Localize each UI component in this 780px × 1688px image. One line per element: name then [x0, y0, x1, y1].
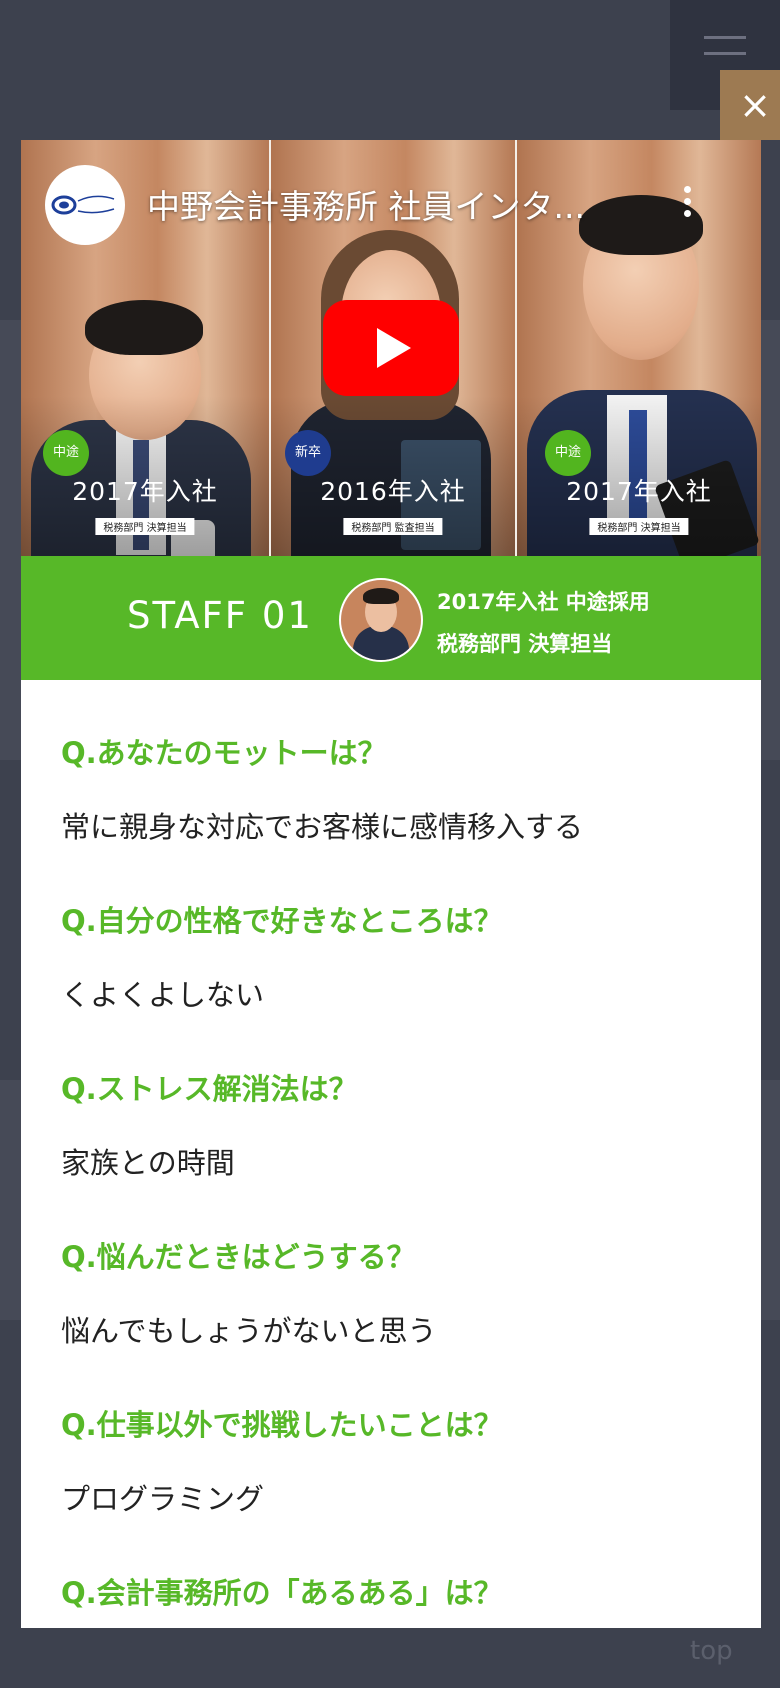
question: Q.自分の性格で好きなところは？ — [61, 904, 503, 938]
hire-type-badge: 新卒 — [285, 430, 331, 476]
staff-header: STAFF 01 2017年入社 中途採用 税務部門 決算担当 — [21, 556, 761, 680]
channel-logo-icon — [51, 195, 115, 215]
question: Q.会計事務所の「あるある」は？ — [61, 1576, 503, 1610]
department-label: 税務部門 決算担当 — [589, 518, 689, 535]
qa-item: Q.悩んだときはどうする？ 悩んでもしょうがないと思う — [61, 1234, 741, 1350]
qa-item: Q.自分の性格で好きなところは？ くよくよしない — [61, 898, 741, 1014]
answer: プログラミング — [61, 1482, 265, 1516]
menu-line-icon — [704, 36, 746, 39]
video-player[interactable]: 中途 2017年入社 税務部門 決算担当 新卒 2016年入社 税務部門 監査担… — [21, 140, 761, 556]
hire-year-label: 2017年入社 — [566, 477, 712, 506]
question: Q.仕事以外で挑戦したいことは？ — [61, 1408, 503, 1442]
question: Q.あなたのモットーは？ — [61, 736, 387, 770]
play-icon — [377, 328, 411, 368]
hire-type-badge: 中途 — [545, 430, 591, 476]
qa-item: Q.仕事以外で挑戦したいことは？ プログラミング — [61, 1402, 741, 1518]
more-options-icon[interactable] — [684, 186, 692, 222]
play-button[interactable] — [323, 300, 459, 396]
qa-item: Q.あなたのモットーは？ 常に親身な対応でお客様に感情移入する — [61, 730, 741, 846]
staff-hire-info: 2017年入社 中途採用 — [437, 590, 650, 614]
channel-logo[interactable] — [45, 165, 125, 245]
department-label: 税務部門 決算担当 — [95, 518, 195, 535]
staff-title: STAFF 01 — [127, 594, 313, 637]
back-to-top-link[interactable]: top — [690, 1636, 733, 1666]
qa-item: Q.会計事務所の「あるある」は？ — [61, 1570, 741, 1628]
video-title[interactable]: 中野会計事務所 社員インタ... — [147, 180, 585, 228]
staff-department: 税務部門 決算担当 — [437, 632, 613, 656]
menu-line-icon — [704, 52, 746, 55]
question: Q.悩んだときはどうする？ — [61, 1240, 416, 1274]
qa-item: Q.ストレス解消法は？ 家族との時間 — [61, 1066, 741, 1182]
staff-avatar — [339, 578, 423, 662]
answer: くよくよしない — [61, 978, 265, 1012]
hire-year-label: 2016年入社 — [320, 477, 466, 506]
department-label: 税務部門 監査担当 — [343, 518, 443, 535]
question: Q.ストレス解消法は？ — [61, 1072, 358, 1106]
answer: 悩んでもしょうがないと思う — [61, 1314, 437, 1348]
answer: 家族との時間 — [61, 1146, 235, 1180]
answer: 常に親身な対応でお客様に感情移入する — [61, 810, 584, 844]
hire-type-badge: 中途 — [43, 430, 89, 476]
staff-info: 2017年入社 中途採用 税務部門 決算担当 — [437, 581, 650, 665]
hire-year-label: 2017年入社 — [72, 477, 218, 506]
staff-modal: 中途 2017年入社 税務部門 決算担当 新卒 2016年入社 税務部門 監査担… — [21, 140, 761, 1628]
close-button[interactable]: × — [720, 70, 780, 140]
